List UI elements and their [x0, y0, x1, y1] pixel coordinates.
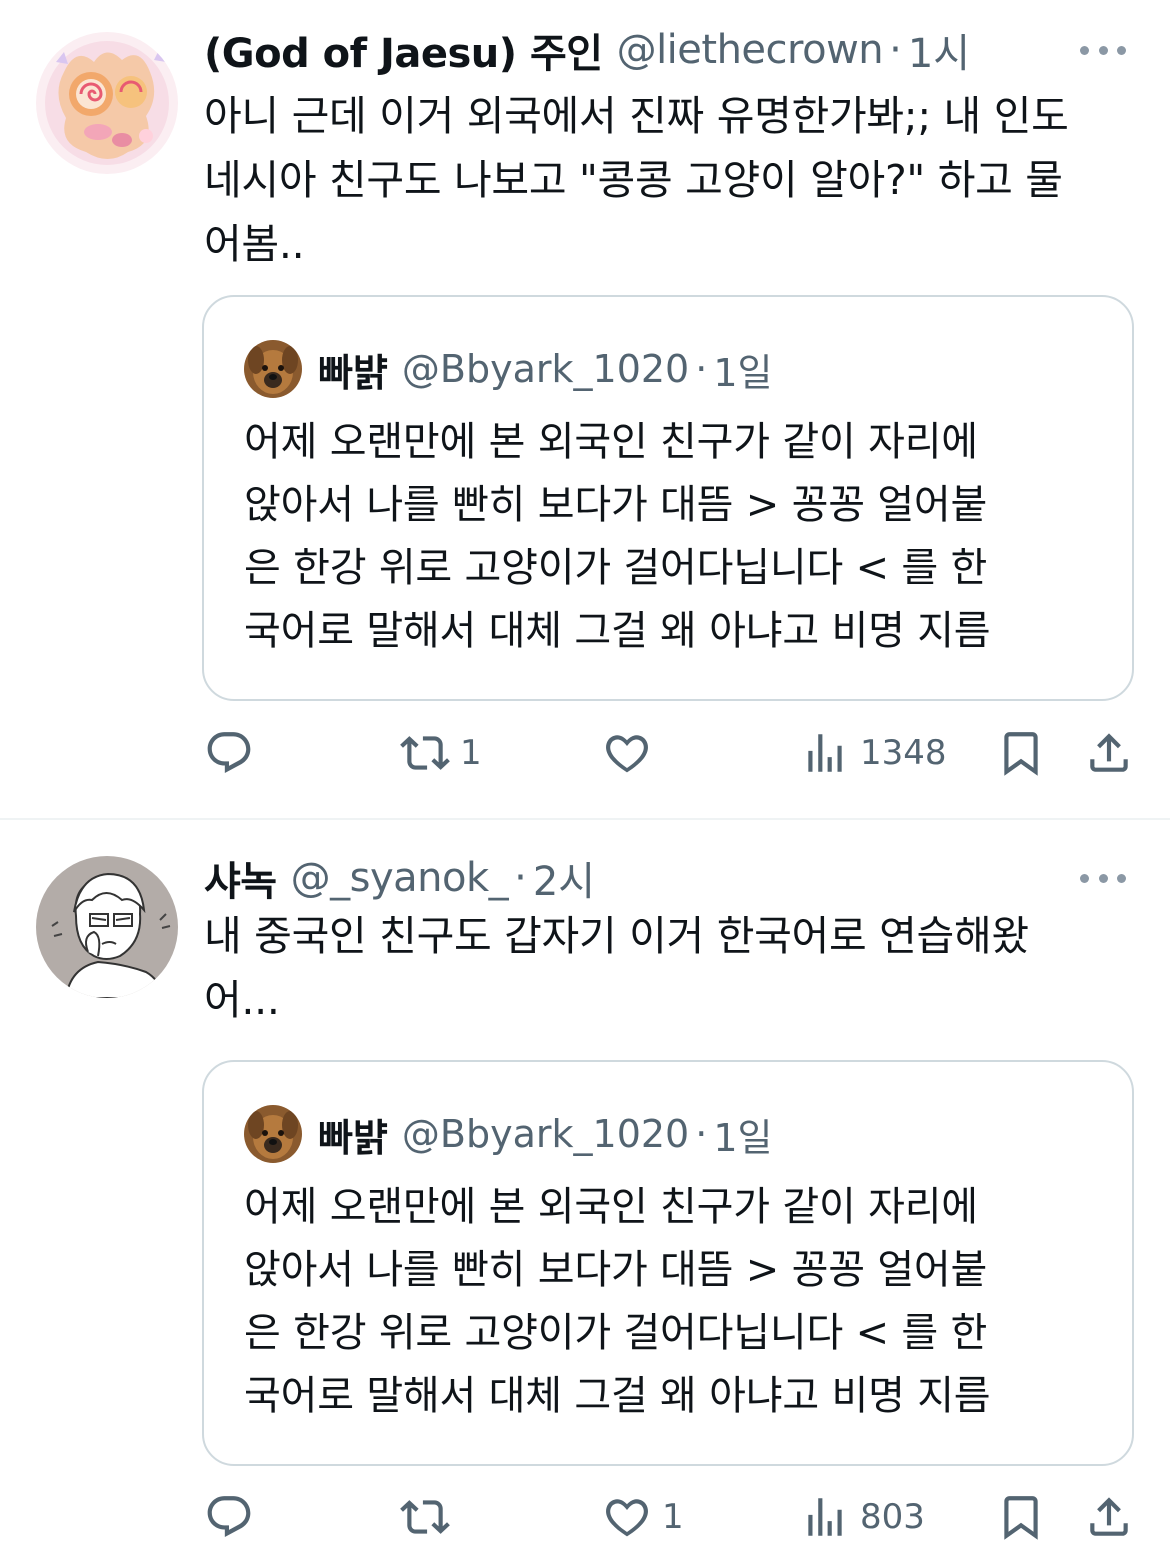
action-bar: 1 1348 — [204, 723, 1144, 783]
dog-avatar-icon — [244, 1105, 302, 1163]
bookmark-button[interactable] — [996, 1487, 1046, 1547]
quote-author-name[interactable]: 빠뱕 — [318, 342, 388, 397]
pastel-cookie-avatar-icon — [36, 32, 178, 174]
quote-text: 어제 오랜만에 본 외국인 친구가 같이 자리에 앉아서 나를 빤히 보다가 대… — [244, 1184, 991, 1419]
views-count: 1348 — [860, 733, 947, 773]
tweet-text: 아니 근데 이거 외국에서 진짜 유명한가봐;; 내 인도 네시아 친구도 나보… — [204, 92, 1069, 268]
share-icon — [1090, 1497, 1128, 1536]
views-button[interactable]: 1348 — [800, 723, 947, 783]
reply-button[interactable] — [204, 723, 264, 783]
like-button[interactable] — [602, 723, 662, 783]
avatar — [244, 340, 302, 398]
tweet[interactable]: (God of Jaesu) 주인 @liethecrown · 1시 아니 근… — [0, 0, 1170, 818]
quote-time[interactable]: 1일 — [713, 1107, 772, 1162]
reply-button[interactable] — [204, 1487, 264, 1547]
retweet-icon — [400, 736, 450, 770]
author-name[interactable]: 샤녹 — [204, 849, 277, 907]
views-count: 803 — [860, 1497, 925, 1537]
bookmark-icon — [1004, 732, 1038, 776]
bookmark-icon — [1004, 1496, 1038, 1540]
author-handle[interactable]: @_syanok_ — [291, 855, 509, 901]
like-button[interactable]: 1 — [602, 1487, 684, 1547]
share-button[interactable] — [1084, 723, 1134, 783]
separator-dot: · — [889, 27, 902, 73]
quote-author-handle[interactable]: @Bbyark_1020 — [402, 347, 689, 391]
more-icon[interactable] — [1080, 32, 1126, 68]
quote-author-handle[interactable]: @Bbyark_1020 — [402, 1112, 689, 1156]
quote-tweet[interactable]: 빠뱕 @Bbyark_1020 · 1일 어제 오랜만에 본 외국인 친구가 같… — [202, 1060, 1134, 1466]
reply-icon — [207, 732, 251, 773]
author-name[interactable]: (God of Jaesu) 주인 — [204, 21, 603, 79]
tweet-text: 내 중국인 친구도 갑자기 이거 한국어로 연습해왔 어... — [204, 912, 1029, 1024]
quote-header: 빠뱕 @Bbyark_1020 · 1일 — [244, 337, 772, 401]
retweet-icon — [400, 1500, 450, 1534]
action-bar: 1 803 — [204, 1487, 1144, 1547]
separator-dot: · — [695, 1112, 708, 1156]
share-icon — [1090, 733, 1128, 772]
retweet-count: 1 — [460, 733, 482, 773]
reply-icon — [207, 1496, 251, 1537]
tweet-header: (God of Jaesu) 주인 @liethecrown · 1시 — [204, 22, 1140, 78]
retweet-button[interactable]: 1 — [400, 723, 482, 783]
more-icon[interactable] — [1080, 860, 1126, 896]
quote-header: 빠뱕 @Bbyark_1020 · 1일 — [244, 1102, 772, 1166]
avatar — [244, 1105, 302, 1163]
like-icon — [606, 735, 648, 773]
dog-avatar-icon — [244, 340, 302, 398]
views-button[interactable]: 803 — [800, 1487, 925, 1547]
like-count: 1 — [662, 1497, 684, 1537]
quote-time[interactable]: 1일 — [713, 342, 772, 397]
views-icon — [808, 1498, 842, 1536]
bookmark-button[interactable] — [996, 723, 1046, 783]
separator-dot: · — [695, 347, 708, 391]
share-button[interactable] — [1084, 1487, 1134, 1547]
tweet-header: 샤녹 @_syanok_ · 2시 — [204, 850, 1140, 906]
quote-text: 어제 오랜만에 본 외국인 친구가 같이 자리에 앉아서 나를 빤히 보다가 대… — [244, 419, 991, 654]
tweet-time[interactable]: 1시 — [908, 21, 970, 79]
author-handle[interactable]: @liethecrown — [617, 27, 884, 73]
quote-author-name[interactable]: 빠뱕 — [318, 1107, 388, 1162]
tweet-time[interactable]: 2시 — [533, 849, 595, 907]
sketch-boy-avatar-icon — [36, 856, 178, 998]
views-icon — [808, 734, 842, 772]
like-icon — [606, 1499, 648, 1537]
quote-tweet[interactable]: 빠뱕 @Bbyark_1020 · 1일 어제 오랜만에 본 외국인 친구가 같… — [202, 295, 1134, 701]
retweet-button[interactable] — [400, 1487, 460, 1547]
separator-dot: · — [514, 855, 527, 901]
avatar[interactable] — [36, 32, 178, 174]
avatar[interactable] — [36, 856, 178, 998]
